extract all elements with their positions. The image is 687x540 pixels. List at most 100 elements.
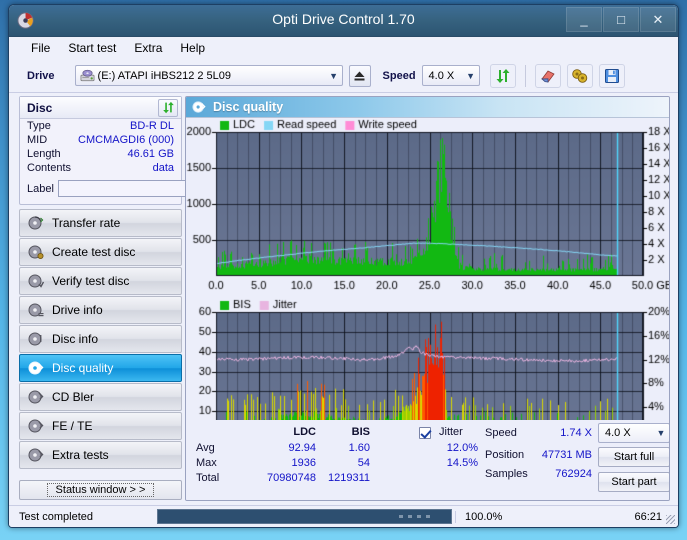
disc-refresh-button[interactable]: [158, 98, 178, 117]
disc-row-type: Type BD-R DL: [20, 119, 181, 133]
close-button[interactable]: ✕: [640, 7, 676, 32]
sidebar-item-extra-tests[interactable]: Extra tests: [19, 441, 182, 469]
stats-col-bis: BIS: [351, 426, 370, 438]
menu-bar: File Start test Extra Help: [9, 37, 678, 59]
gears-icon: [571, 68, 587, 83]
maximize-button[interactable]: □: [603, 7, 639, 32]
sidebar-item-transfer-rate[interactable]: Transfer rate: [19, 209, 182, 237]
stat-bis-max: 54: [357, 457, 370, 469]
speed-select[interactable]: 4.0 X ▼: [421, 65, 480, 86]
refresh-button[interactable]: [489, 63, 516, 88]
refresh-icon: [162, 101, 174, 114]
disc-label-key: Label: [27, 182, 54, 195]
menu-item-file[interactable]: File: [31, 41, 50, 55]
sidebar-item-drive-info[interactable]: Drive info: [19, 296, 182, 324]
sidebar-item-verify-test-disc[interactable]: Verify test disc: [19, 267, 182, 295]
save-button[interactable]: [598, 63, 625, 88]
status-window-button[interactable]: Status window > >: [19, 480, 182, 500]
floppy-save-icon: [604, 68, 619, 83]
sidebar-item-label: Transfer rate: [52, 216, 121, 230]
eraser-icon: [540, 69, 555, 83]
disc-box-header: Disc: [20, 97, 181, 119]
stat-ldc-avg: 92.94: [288, 442, 316, 454]
stats-col-ldc: LDC: [293, 426, 316, 438]
erase-button[interactable]: [534, 63, 561, 88]
menu-item-help[interactable]: Help: [180, 41, 205, 55]
stat-ldc-max: 1936: [291, 457, 316, 469]
drive-value: (E:) ATAPI iHBS212 2 5L09: [97, 69, 232, 82]
sidebar-item-label: FE / TE: [52, 419, 93, 433]
sidebar-item-create-test-disc[interactable]: Create test disc: [19, 238, 182, 266]
stat-jitter-max: 14.5%: [446, 457, 478, 469]
sidebar-item-disc-info[interactable]: Disc info: [19, 325, 182, 353]
panel-header: Disc quality: [186, 97, 669, 118]
menu-item-extra[interactable]: Extra: [134, 41, 162, 55]
minimize-button[interactable]: _: [566, 7, 602, 32]
speed-select-stats[interactable]: 4.0 X ▼: [598, 423, 669, 443]
stat-row-label: Avg: [196, 442, 215, 454]
disc-row-value: BD-R DL: [129, 120, 174, 132]
drive-label: Drive: [27, 69, 55, 82]
sidebar-item-label: Verify test disc: [52, 274, 130, 288]
disc-row-contents: Contents data: [20, 161, 181, 175]
title-bar: Opti Drive Control 1.70 _ □ ✕: [9, 5, 678, 37]
disc-fete-icon: [28, 419, 44, 433]
start-part-label: Start part: [611, 476, 657, 488]
sidebar-item-label: Extra tests: [52, 448, 109, 462]
drive-icon: [80, 69, 94, 81]
start-part-button[interactable]: Start part: [598, 472, 669, 492]
elapsed-time: 66:21: [634, 510, 662, 523]
content-area: Disc Type BD-R DL MID CMCMAGDI6 (000) Le…: [9, 94, 678, 527]
status-bar: Test completed 100.0% 66:21: [9, 505, 678, 527]
refresh-icon: [496, 68, 510, 83]
sidebar-item-label: Disc info: [52, 332, 99, 346]
jitter-checkbox[interactable]: [419, 427, 431, 439]
disc-label-input[interactable]: [57, 180, 206, 197]
sidebar-item-disc-quality[interactable]: Disc quality: [19, 354, 182, 382]
disc-extra-icon: [28, 448, 44, 462]
disc-row-key: MID: [27, 134, 48, 146]
main-window: Opti Drive Control 1.70 _ □ ✕ File Start…: [8, 4, 679, 528]
status-text: Test completed: [19, 510, 93, 523]
disc-row-key: Length: [27, 148, 61, 160]
sidebar-item-cd-bler[interactable]: CD Bler: [19, 383, 182, 411]
start-full-label: Start full: [613, 451, 655, 463]
ldc-chart: [186, 118, 669, 298]
menu-item-start-test[interactable]: Start test: [68, 41, 116, 55]
eject-button[interactable]: [348, 64, 371, 87]
disc-info-box: Disc Type BD-R DL MID CMCMAGDI6 (000) Le…: [19, 96, 228, 205]
start-full-button[interactable]: Start full: [598, 447, 669, 467]
sidebar-item-label: Disc quality: [52, 361, 114, 375]
progress-percent: 100.0%: [455, 510, 539, 523]
disc-verify-icon: [28, 274, 44, 288]
stats-panel: Avg Max Total LDC BIS 92.94 1936 7098074…: [186, 420, 669, 500]
disc-row-value: 46.61 GB: [127, 148, 174, 160]
toolbar-separator: [524, 64, 526, 87]
disc-quality-icon: [28, 361, 44, 375]
toolbar: Drive (E:) ATAPI iHBS212 2 5L09 ▼ Speed …: [9, 59, 678, 93]
resize-grip[interactable]: [666, 515, 675, 524]
stat-bis-avg: 1.60: [348, 442, 370, 454]
drive-select[interactable]: (E:) ATAPI iHBS212 2 5L09 ▼: [74, 65, 343, 86]
disc-test-icon: [28, 216, 44, 230]
disc-info-icon: [28, 303, 44, 317]
chevron-down-icon: ▼: [329, 70, 338, 81]
disc-burn-icon: [28, 245, 44, 259]
sidebar-item-label: Create test disc: [52, 245, 136, 259]
sidebar-item-label: Drive info: [52, 303, 103, 317]
stat-bis-total: 1219311: [327, 472, 370, 484]
sidebar-item-fe-te[interactable]: FE / TE: [19, 412, 182, 440]
disc-row-length: Length 46.61 GB: [20, 147, 181, 161]
ldc-chart-canvas: [186, 118, 669, 298]
disc-bler-icon: [28, 390, 44, 404]
stat-row-label: Total: [196, 472, 220, 484]
speed-label: Speed: [382, 69, 416, 82]
disc-info2-icon: [28, 332, 42, 346]
sidebar-item-label: CD Bler: [52, 390, 95, 404]
speed-stat-value: 1.74 X: [560, 427, 592, 439]
chevron-down-icon: ▼: [656, 428, 666, 438]
settings-button[interactable]: [566, 63, 593, 88]
nav-list: Transfer rate Create test disc Verify te…: [19, 209, 182, 469]
stat-row-label: Max: [196, 457, 217, 469]
jitter-label: Jitter: [439, 426, 463, 438]
